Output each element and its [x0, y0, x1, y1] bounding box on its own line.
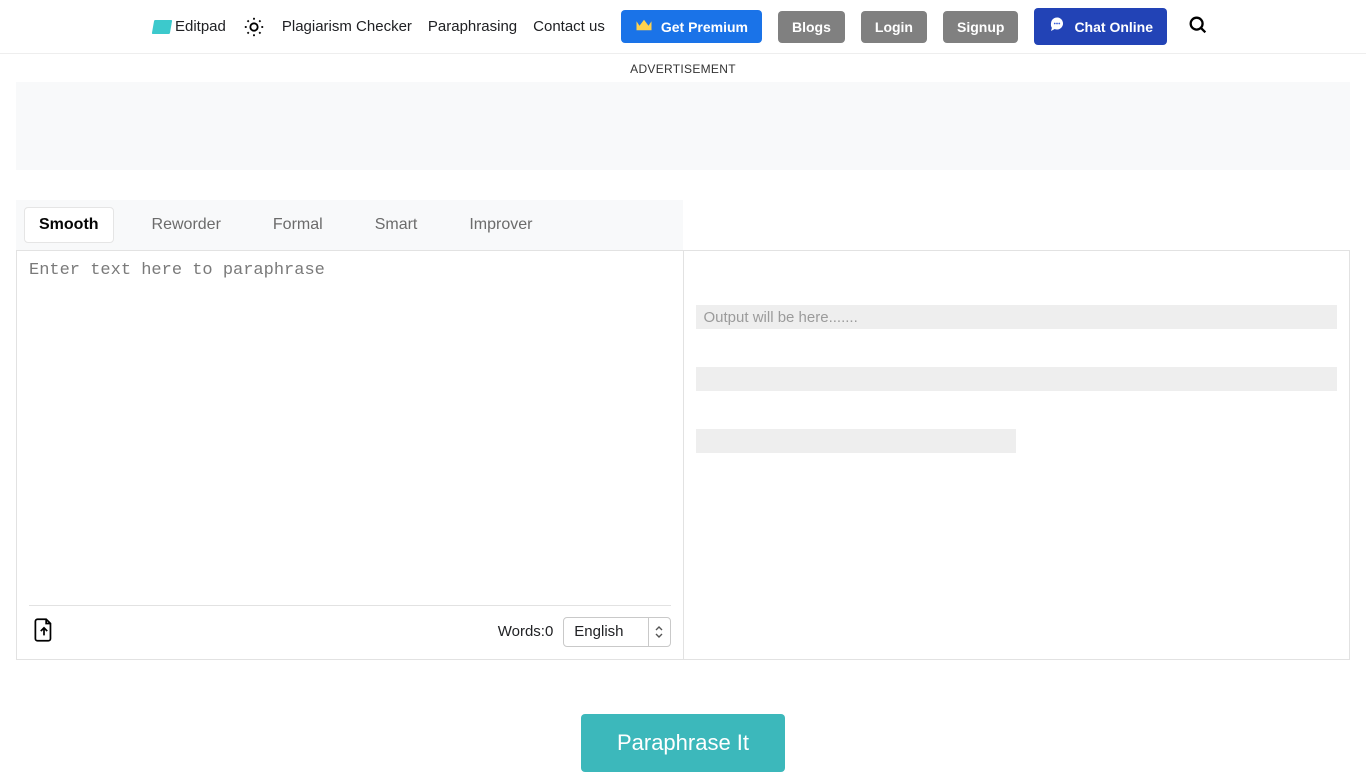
- mode-tab-smooth[interactable]: Smooth: [24, 207, 114, 243]
- search-icon: [1187, 24, 1209, 39]
- upload-file-button[interactable]: [29, 614, 59, 649]
- output-pane: Output will be here.......: [684, 251, 1350, 659]
- output-skeleton-line: [696, 429, 1017, 453]
- input-pane: Words:0 English: [17, 251, 684, 659]
- mode-tab-smart[interactable]: Smart: [361, 208, 432, 242]
- logo-text: Editpad: [175, 18, 226, 35]
- mode-tab-reworder[interactable]: Reworder: [138, 208, 235, 242]
- nav-plagiarism-checker[interactable]: Plagiarism Checker: [282, 18, 412, 35]
- theme-toggle-icon[interactable]: [242, 15, 266, 39]
- blogs-button[interactable]: Blogs: [778, 11, 845, 43]
- chat-online-button[interactable]: Chat Online: [1034, 8, 1167, 45]
- login-button[interactable]: Login: [861, 11, 927, 43]
- advertisement-slot: [16, 82, 1350, 170]
- upload-file-icon: [31, 632, 57, 647]
- crown-icon: [635, 18, 653, 35]
- advertisement-label: ADVERTISEMENT: [0, 62, 1366, 76]
- workspace: Words:0 English Output will be here.....…: [16, 250, 1350, 660]
- premium-label: Get Premium: [661, 19, 748, 35]
- paraphrase-it-button[interactable]: Paraphrase It: [581, 714, 785, 772]
- words-counter: Words:0: [498, 623, 554, 640]
- paraphrase-input[interactable]: [29, 261, 671, 601]
- top-navbar: Editpad Plagiarism Checker Paraphrasing …: [0, 0, 1366, 54]
- output-skeleton-line: [696, 367, 1338, 391]
- search-button[interactable]: [1183, 10, 1213, 43]
- output-placeholder-text: Output will be here.......: [696, 305, 866, 330]
- signup-button[interactable]: Signup: [943, 11, 1018, 43]
- nav-links: Plagiarism Checker Paraphrasing Contact …: [282, 18, 605, 35]
- mode-tab-formal[interactable]: Formal: [259, 208, 337, 242]
- editpad-logo-icon: [152, 20, 172, 34]
- mode-tabs: Smooth Reworder Formal Smart Improver: [16, 200, 683, 250]
- mode-tab-improver[interactable]: Improver: [455, 208, 546, 242]
- chat-bubble-icon: [1048, 16, 1066, 37]
- get-premium-button[interactable]: Get Premium: [621, 10, 762, 43]
- output-placeholder-row: Output will be here.......: [696, 305, 1338, 329]
- nav-paraphrasing[interactable]: Paraphrasing: [428, 18, 517, 35]
- language-value: English: [564, 623, 647, 640]
- chat-label: Chat Online: [1074, 19, 1153, 35]
- input-footer: Words:0 English: [29, 605, 671, 649]
- input-footer-right: Words:0 English: [498, 617, 671, 647]
- navbar-left: Editpad Plagiarism Checker Paraphrasing …: [153, 8, 1213, 45]
- stepper-arrows-icon: [648, 618, 670, 646]
- nav-contact-us[interactable]: Contact us: [533, 18, 605, 35]
- language-select[interactable]: English: [563, 617, 670, 647]
- logo[interactable]: Editpad: [153, 18, 226, 35]
